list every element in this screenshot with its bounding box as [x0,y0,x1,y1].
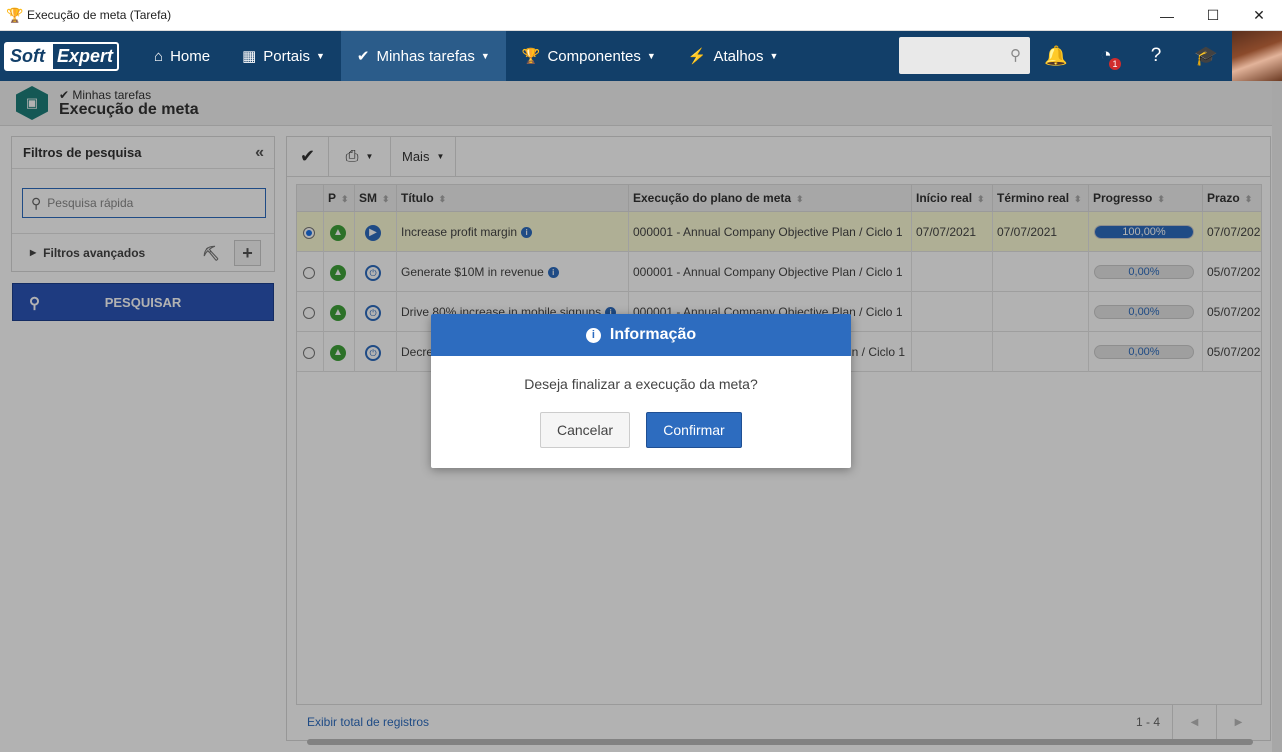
nav-atalhos[interactable]: ⚡ Atalhos ▼ [672,31,795,81]
dialog-message: Deseja finalizar a execução da meta? [524,376,758,392]
softexpert-logo[interactable]: Soft Expert [4,41,130,71]
help-icon[interactable]: ? [1143,43,1169,69]
chevron-down-icon: ▼ [769,51,779,61]
chevron-down-icon: ▼ [480,51,490,61]
close-window-button[interactable]: ✕ [1236,0,1282,31]
information-dialog: i Informação Deseja finalizar a execução… [431,314,851,468]
confirm-button[interactable]: Confirmar [646,412,742,448]
notification-badge: 1 [1109,58,1121,70]
info-icon: i [585,327,601,343]
nav-componentes[interactable]: 🏆 Componentes ▼ [506,31,672,81]
window-titlebar: 🏆 Execução de meta (Tarefa) — ☐ ✕ [0,0,1282,31]
avatar[interactable] [1232,31,1282,81]
trophy-icon: 🏆 [521,48,541,65]
bolt-icon: ⚡ [687,48,707,65]
nav-portais[interactable]: ▦ Portais ▼ [226,31,341,81]
nav-minhas-tarefas[interactable]: ✔ Minhas tarefas ▼ [340,31,506,81]
bell-icon[interactable]: 🔔 [1043,43,1069,69]
global-search-input[interactable]: ⚲ [899,37,1030,74]
home-icon: ⌂ [154,47,164,65]
maximize-button[interactable]: ☐ [1190,0,1236,31]
trophy-icon: 🏆 [6,7,24,23]
cancel-button[interactable]: Cancelar [540,412,630,448]
search-icon: ⚲ [1010,47,1021,64]
graduation-cap-icon[interactable]: 🎓 [1193,43,1219,69]
minimize-button[interactable]: — [1144,0,1190,31]
check-icon: ✔ [356,48,370,65]
window-title: Execução de meta (Tarefa) [27,8,172,22]
top-navigation: Soft Expert ⌂ Home ▦ Portais ▼ ✔ Minhas t… [0,31,1282,81]
dialog-header: i Informação [431,314,851,356]
chevron-down-icon: ▼ [646,51,656,61]
pending-tasks-icon[interactable]: ◔ 1 [1093,43,1121,70]
nav-home[interactable]: ⌂ Home [138,31,226,81]
chevron-down-icon: ▼ [315,51,325,61]
portals-icon: ▦ [242,48,257,65]
